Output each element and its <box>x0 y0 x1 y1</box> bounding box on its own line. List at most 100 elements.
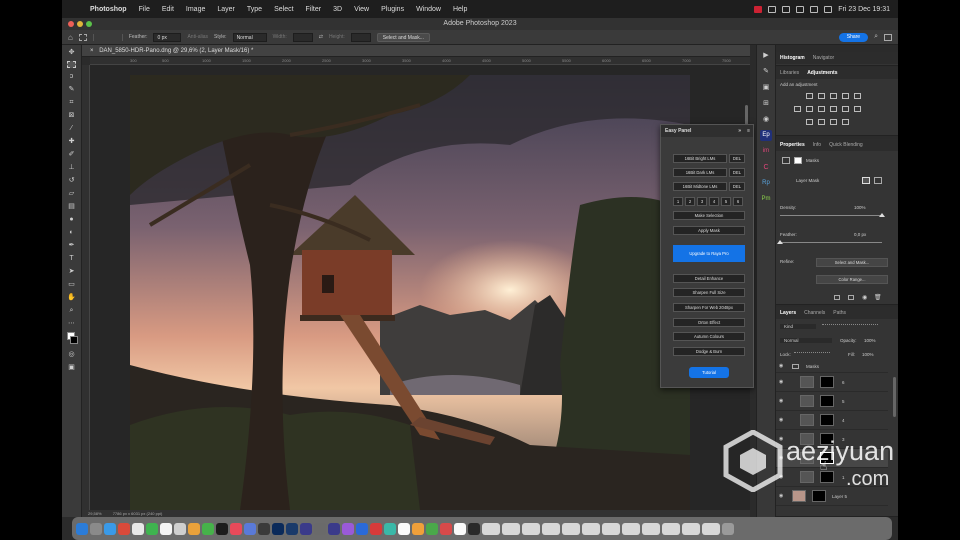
color-lookup-adjustment-icon[interactable] <box>854 106 861 112</box>
app8-icon[interactable] <box>440 522 452 535</box>
tab-channels[interactable]: Channels <box>804 307 825 319</box>
menu-edit[interactable]: Edit <box>156 6 180 13</box>
window-thumbnail[interactable] <box>562 522 580 535</box>
mask-thumbnail[interactable] <box>820 433 834 445</box>
terminal-icon[interactable] <box>468 522 480 535</box>
layer-row[interactable]: ◉ 3 <box>776 430 888 449</box>
search-icon-ps[interactable]: ⌕ <box>874 33 878 41</box>
clone-stamp-tool-icon[interactable]: ⊥ <box>66 163 78 172</box>
ep-plugin-icon[interactable]: Ep <box>760 130 772 141</box>
window-thumbnail[interactable] <box>602 522 620 535</box>
color-range-button[interactable]: Color Range... <box>816 275 888 284</box>
app3-icon[interactable] <box>370 522 382 535</box>
photos-icon[interactable] <box>132 522 144 535</box>
app-store-icon[interactable] <box>356 522 368 535</box>
layer-comps-icon[interactable]: ▣ <box>760 82 772 93</box>
messages-icon[interactable] <box>146 522 158 535</box>
clock[interactable]: Fri 23 Dec 19:31 <box>838 6 890 13</box>
visibility-eye-icon[interactable]: ◉ <box>779 398 783 404</box>
autumn-colours-button[interactable]: Autumn Colours <box>673 332 745 341</box>
photoshop-icon[interactable] <box>272 522 284 535</box>
filter-kind-select[interactable]: Kind <box>780 324 816 329</box>
detail-enhance-button[interactable]: Detail Enhance <box>673 274 745 283</box>
orton-effect-button[interactable]: Orton Effect <box>673 318 745 327</box>
visibility-eye-icon[interactable]: ◉ <box>779 455 783 461</box>
posterize-adjustment-icon[interactable] <box>818 119 825 125</box>
color-swatches-icon[interactable] <box>66 332 78 346</box>
finder-icon[interactable] <box>76 522 88 535</box>
menu-3d[interactable]: 3D <box>327 6 348 13</box>
layer-row[interactable]: ◉ 1 <box>776 468 888 487</box>
tab-histogram[interactable]: Histogram <box>780 52 805 64</box>
antialias-checkbox[interactable]: Anti-alias <box>187 34 208 40</box>
properties-icon[interactable]: ⊞ <box>760 98 772 109</box>
document-tab[interactable]: × DAN_5850-HDR-Pano.dng @ 29,6% (2, Laye… <box>82 45 750 57</box>
layer-row-selected[interactable]: ◉ 2 <box>776 449 888 468</box>
layer-row[interactable]: ◉ 4 <box>776 411 888 430</box>
document-info[interactable]: 7786 px x 6031 px (240 ppi) <box>113 511 163 516</box>
more-tools-icon[interactable]: ⋯ <box>66 319 78 328</box>
filter-icons[interactable] <box>822 324 878 330</box>
sharpen-full-size-button[interactable]: Sharpen Full Size <box>673 288 745 297</box>
layer-group[interactable]: ◉ Masks <box>776 361 888 373</box>
gradient-tool-icon[interactable]: ▤ <box>66 202 78 211</box>
workspace-icon[interactable] <box>884 33 892 41</box>
zoom-tool-icon[interactable]: ⌕ <box>66 306 78 315</box>
menu-type[interactable]: Type <box>241 6 268 13</box>
reminders-icon[interactable] <box>188 522 200 535</box>
dark-lms-delete-button[interactable]: DEL <box>729 168 745 177</box>
im-plugin-icon[interactable]: im <box>760 146 772 157</box>
battery-icon[interactable] <box>782 5 791 13</box>
vertical-scrollbar[interactable] <box>745 105 748 125</box>
menu-file[interactable]: File <box>133 6 156 13</box>
window-thumbnail[interactable] <box>502 522 520 535</box>
window-thumbnail[interactable] <box>642 522 660 535</box>
crop-tool-icon[interactable]: ⌗ <box>66 98 78 107</box>
horizontal-ruler[interactable]: 300 500 1000 1500 2000 2500 3000 3500 40… <box>90 57 750 65</box>
channel-mixer-adjustment-icon[interactable] <box>842 106 849 112</box>
exposure-adjustment-icon[interactable] <box>842 93 849 99</box>
quick-select-tool-icon[interactable]: ✎ <box>66 85 78 94</box>
feather-slider[interactable] <box>777 240 882 244</box>
gradient-map-adjustment-icon[interactable] <box>842 119 849 125</box>
feather-slider-thumb[interactable] <box>777 240 783 244</box>
blur-tool-icon[interactable]: ● <box>66 215 78 224</box>
rp-plugin-icon[interactable]: Rp <box>760 178 772 189</box>
c-plugin-icon[interactable]: C <box>760 162 772 173</box>
menu-plugins[interactable]: Plugins <box>375 6 410 13</box>
tab-paths[interactable]: Paths <box>833 307 846 319</box>
trash-icon[interactable] <box>722 522 734 535</box>
close-tab-icon[interactable]: × <box>90 48 94 54</box>
dark-lms-button[interactable]: 16Bit Dark LMs <box>673 168 727 177</box>
panel-menu-icon[interactable]: ≡ <box>747 125 750 137</box>
app9-icon[interactable] <box>454 522 466 535</box>
type-tool-icon[interactable]: T <box>66 254 78 263</box>
visibility-eye-icon[interactable]: ◉ <box>779 379 783 385</box>
layer-row[interactable]: ◉ Layer 5 <box>776 487 888 506</box>
whatsapp-icon[interactable] <box>202 522 214 535</box>
pm-plugin-icon[interactable]: Pm <box>760 194 772 205</box>
tab-info[interactable]: Info <box>813 139 821 151</box>
mask-thumbnail[interactable] <box>820 395 834 407</box>
select-and-mask-button[interactable]: Select and Mask... <box>376 32 430 42</box>
system-prefs-icon[interactable] <box>244 522 256 535</box>
number-button-5[interactable]: 5 <box>721 197 731 206</box>
visibility-eye-icon[interactable]: ◉ <box>779 436 783 442</box>
density-value[interactable]: 100% <box>854 205 866 210</box>
safari-icon[interactable] <box>104 522 116 535</box>
dodge-tool-icon[interactable]: ◐ <box>66 228 78 237</box>
tutorial-button[interactable]: Tutorial <box>689 367 729 378</box>
menu-view[interactable]: View <box>348 6 375 13</box>
move-tool-icon[interactable]: ✥ <box>66 48 78 57</box>
wifi-icon[interactable] <box>796 5 805 13</box>
opacity-value[interactable]: 100% <box>864 338 876 343</box>
menu-app[interactable]: Photoshop <box>84 6 133 13</box>
midtone-lms-button[interactable]: 16Bit Midtone LMs <box>673 182 727 191</box>
tab-properties[interactable]: Properties <box>780 139 805 151</box>
marquee-preset-icon[interactable] <box>78 33 87 41</box>
vertical-ruler[interactable] <box>82 65 90 510</box>
swap-icon[interactable]: ⇄ <box>319 34 323 40</box>
app7-icon[interactable] <box>426 522 438 535</box>
visibility-eye-icon[interactable]: ◉ <box>779 493 783 499</box>
share-button[interactable]: Share <box>838 32 869 42</box>
